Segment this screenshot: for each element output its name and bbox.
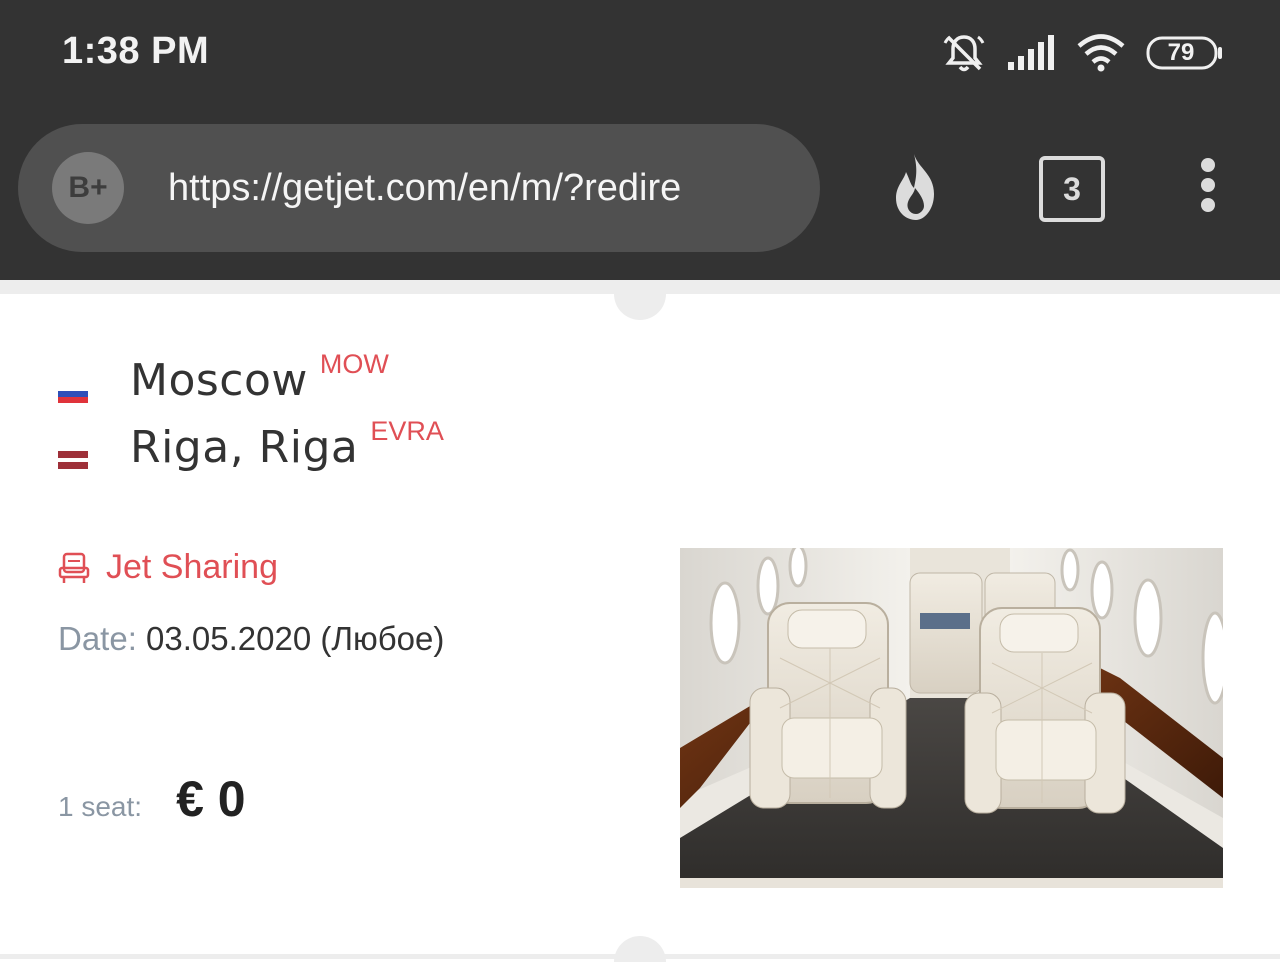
origin-city: Moscow [130, 355, 308, 406]
seat-price: € 0 [176, 771, 246, 827]
destination-city: Riga, Riga [130, 422, 359, 473]
russia-flag-icon [58, 385, 88, 403]
battery-level: 79 [1167, 39, 1195, 66]
battery-icon: 79 [1146, 36, 1224, 70]
fire-icon[interactable] [884, 152, 948, 224]
browser-toolbar: B+ https://getjet.com/en/m/?redire 3 [0, 108, 1280, 280]
service-label: Jet Sharing [106, 548, 278, 586]
date-value: 03.05.2020 (Любое) [146, 620, 445, 657]
price-row: 1 seat: € 0 [58, 770, 246, 828]
status-icons: 79 [942, 30, 1224, 76]
service-type: Jet Sharing [58, 548, 278, 587]
address-bar[interactable]: B+ https://getjet.com/en/m/?redire [18, 124, 820, 252]
route-destination: Riga, Riga EVRA [58, 416, 444, 473]
jet-interior-photo[interactable] [680, 548, 1223, 888]
status-bar: 1:38 PM 79 [0, 0, 1280, 108]
seat-icon [58, 552, 90, 583]
signal-icon [1008, 35, 1054, 70]
latvia-flag-icon [58, 450, 88, 469]
seat-label: 1 seat: [58, 791, 143, 822]
origin-code: MOW [319, 349, 389, 379]
destination-code: EVRA [370, 416, 444, 446]
tabs-button[interactable]: 3 [1039, 156, 1105, 222]
route-origin: Moscow MOW [58, 349, 389, 407]
flight-date: Date: 03.05.2020 (Любое) [58, 620, 444, 658]
mute-icon [943, 35, 985, 72]
extension-icon[interactable]: B+ [52, 152, 124, 224]
menu-dots-icon[interactable] [1192, 158, 1224, 218]
wifi-icon [1077, 34, 1125, 72]
date-label: Date: [58, 620, 137, 657]
status-time: 1:38 PM [62, 30, 210, 72]
url-text[interactable]: https://getjet.com/en/m/?redire [168, 124, 808, 252]
